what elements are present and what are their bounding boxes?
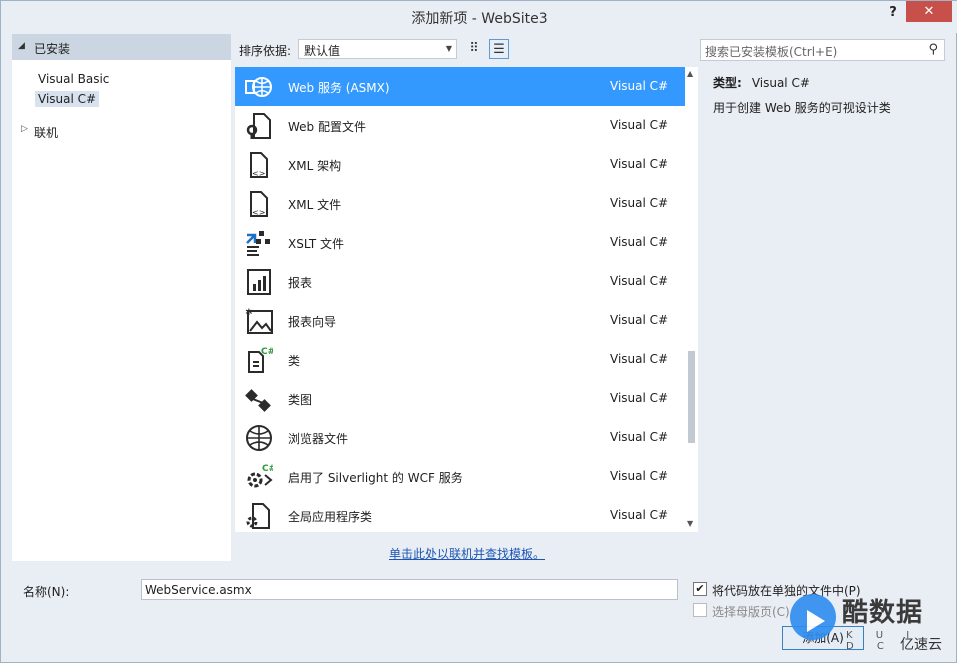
search-placeholder: 搜索已安装模板(Ctrl+E) [705, 45, 838, 59]
tree-item-visual-csharp[interactable]: Visual C# [35, 91, 100, 107]
xml-file-icon: <> [245, 190, 273, 218]
template-name: 类 [288, 354, 301, 368]
template-language: Visual C# [610, 352, 669, 366]
sort-dropdown[interactable]: 默认值 ▼ [298, 39, 457, 59]
online-templates-link[interactable]: 单击此处以联机并查找模板。 [389, 545, 545, 562]
scroll-down-icon[interactable]: ▼ [687, 519, 693, 528]
sort-label: 排序依据: [239, 44, 292, 58]
global-app-class-icon [245, 502, 273, 530]
svg-text:✲: ✲ [245, 308, 253, 318]
template-row[interactable]: 类图 Visual C# [235, 379, 685, 418]
report-icon [245, 268, 273, 296]
tree-node-installed[interactable]: ◢ 已安装 [12, 34, 231, 60]
chevron-down-icon: ▼ [445, 44, 452, 53]
template-row[interactable]: C# 类 Visual C# [235, 340, 685, 379]
template-row[interactable]: C# 启用了 Silverlight 的 WCF 服务 Visual C# [235, 457, 685, 496]
template-language: Visual C# [610, 157, 669, 171]
template-name: XSLT 文件 [288, 237, 345, 251]
template-row[interactable]: 报表 Visual C# [235, 262, 685, 301]
master-page-checkbox [693, 603, 707, 617]
collapse-arrow-icon[interactable]: ▷ [21, 124, 28, 134]
window-title: 添加新项 - WebSite3 [411, 11, 548, 27]
expand-arrow-icon[interactable]: ◢ [18, 41, 25, 51]
template-name: XML 文件 [288, 198, 342, 212]
class-diagram-icon [245, 385, 273, 413]
template-language: Visual C# [610, 313, 669, 327]
wcf-service-icon: C# [245, 463, 276, 491]
template-language: Visual C# [610, 391, 669, 405]
template-name: XML 架构 [288, 159, 342, 173]
svg-text:C#: C# [261, 347, 273, 357]
type-row: 类型: Visual C# [713, 74, 810, 91]
search-input[interactable]: 搜索已安装模板(Ctrl+E) ⚲ [700, 39, 945, 61]
dialog-window: 添加新项 - WebSite3 ? ✕ ◢ 已安装 Visual Basic V… [0, 0, 957, 663]
grid-view-icon[interactable]: ⠿ [464, 39, 484, 59]
watermark-yisu: 亿速云 [900, 637, 942, 653]
type-label: 类型: [713, 76, 742, 90]
browser-file-icon [245, 424, 273, 452]
template-name: 启用了 Silverlight 的 WCF 服务 [288, 471, 463, 485]
template-language: Visual C# [610, 196, 669, 210]
toolbar: 排序依据: 默认值 ▼ ⠿ ☰ [235, 34, 697, 65]
template-row[interactable]: Web 服务 (ASMX) Visual C# [235, 67, 685, 106]
template-row[interactable]: 浏览器文件 Visual C# [235, 418, 685, 457]
template-name: 类图 [288, 393, 313, 407]
xml-schema-icon: <> [245, 151, 273, 179]
title-bar: 添加新项 - WebSite3 ? ✕ [1, 1, 957, 33]
template-name: 全局应用程序类 [288, 510, 373, 524]
svg-text:<>: <> [252, 169, 265, 178]
template-row[interactable]: XSLT 文件 Visual C# [235, 223, 685, 262]
svg-text:C#: C# [262, 464, 273, 474]
template-name: Web 配置文件 [288, 120, 366, 134]
help-button[interactable]: ? [883, 5, 903, 23]
xslt-file-icon [245, 229, 273, 257]
template-language: Visual C# [610, 235, 669, 249]
class-icon: C# [245, 346, 275, 374]
report-wizard-icon: ✲ [245, 307, 273, 335]
template-name: Web 服务 (ASMX) [288, 81, 390, 95]
svg-text:<>: <> [252, 208, 265, 217]
description: 用于创建 Web 服务的可视设计类 [713, 101, 891, 115]
name-label: 名称(N): [23, 585, 70, 599]
template-language: Visual C# [610, 469, 669, 483]
scroll-up-icon[interactable]: ▲ [687, 69, 693, 78]
watermark: 酷数据 K U I D C 亿速云 [790, 590, 950, 658]
template-row[interactable]: 全局应用程序类 Visual C# [235, 496, 685, 532]
tree-label-installed: 已安装 [34, 42, 71, 56]
separate-file-checkbox[interactable]: ✔ [693, 582, 707, 596]
play-icon [807, 610, 825, 632]
sort-value: 默认值 [304, 44, 341, 58]
close-button[interactable]: ✕ [906, 1, 952, 22]
scrollbar[interactable]: ▲ ▼ [685, 67, 698, 532]
search-icon[interactable]: ⚲ [928, 42, 938, 57]
type-value: Visual C# [751, 76, 810, 90]
tree-node-online[interactable]: 联机 [34, 124, 58, 141]
category-tree: ◢ 已安装 Visual Basic Visual C# ▷ 联机 [12, 34, 231, 561]
name-field[interactable]: WebService.asmx [141, 579, 678, 600]
template-language: Visual C# [610, 508, 669, 522]
template-row[interactable]: <> XML 文件 Visual C# [235, 184, 685, 223]
template-language: Visual C# [610, 118, 669, 132]
template-language: Visual C# [610, 430, 669, 444]
master-page-label: 选择母版页(C) [712, 605, 790, 619]
template-language: Visual C# [610, 79, 669, 93]
template-name: 报表向导 [288, 315, 337, 329]
template-language: Visual C# [610, 274, 669, 288]
template-list: Web 服务 (ASMX) Visual C# Web 配置文件 Visual C# <… [235, 67, 685, 532]
web-config-icon [245, 112, 273, 140]
watermark-logo [790, 594, 836, 640]
template-name: 报表 [288, 276, 313, 290]
scroll-thumb[interactable] [688, 351, 695, 443]
info-panel: 类型: Visual C# 用于创建 Web 服务的可视设计类 [700, 67, 946, 532]
web-service-icon [245, 73, 273, 101]
template-row[interactable]: Web 配置文件 Visual C# [235, 106, 685, 145]
watermark-brand: 酷数据 [842, 598, 924, 628]
tree-item-visual-basic[interactable]: Visual Basic [38, 72, 109, 86]
list-view-icon[interactable]: ☰ [489, 39, 509, 59]
template-row[interactable]: ✲ 报表向导 Visual C# [235, 301, 685, 340]
template-name: 浏览器文件 [288, 432, 349, 446]
template-row[interactable]: <> XML 架构 Visual C# [235, 145, 685, 184]
